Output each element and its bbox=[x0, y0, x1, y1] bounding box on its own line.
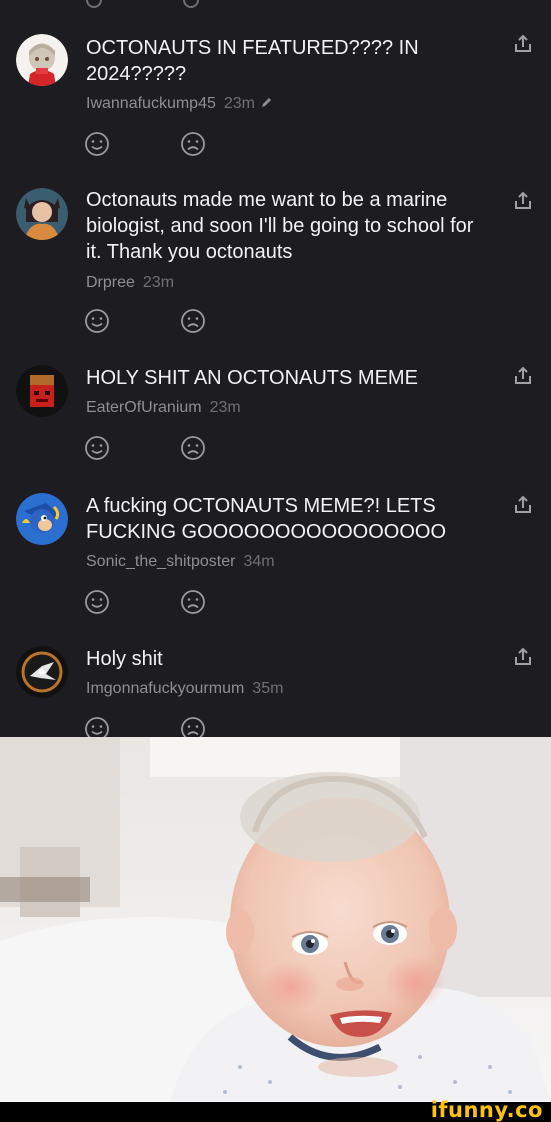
smile-face-icon[interactable] bbox=[84, 716, 110, 737]
smile-face-icon[interactable] bbox=[86, 0, 102, 8]
avatar[interactable] bbox=[16, 646, 68, 698]
comment-meta: Iwannafuckump45 23m bbox=[86, 95, 273, 113]
comment-username[interactable]: Sonic_the_shitposter bbox=[86, 553, 235, 570]
share-icon[interactable] bbox=[512, 190, 534, 212]
comment-meta: Drpree 23m bbox=[86, 274, 174, 292]
smile-face-icon[interactable] bbox=[84, 589, 110, 615]
share-icon[interactable] bbox=[512, 494, 534, 516]
comment-text: Holy shit bbox=[86, 648, 163, 670]
comment-meta: Imgonnafuckyourmum 35m bbox=[86, 680, 283, 698]
smile-face-icon[interactable] bbox=[84, 308, 110, 334]
comment-time: 34m bbox=[243, 553, 275, 570]
pencil-icon bbox=[261, 95, 273, 113]
frown-face-icon[interactable] bbox=[180, 308, 206, 334]
share-icon[interactable] bbox=[512, 365, 534, 387]
smile-face-icon[interactable] bbox=[84, 131, 110, 157]
comment-text: OCTONAUTS IN FEATURED???? IN 2024????? bbox=[86, 37, 419, 85]
frown-face-icon[interactable] bbox=[180, 435, 206, 461]
comment-username[interactable]: Drpree bbox=[86, 274, 135, 291]
frown-face-icon[interactable] bbox=[180, 131, 206, 157]
comment-time: 35m bbox=[252, 680, 284, 697]
comment-text: HOLY SHIT AN OCTONAUTS MEME bbox=[86, 367, 418, 389]
comment-username[interactable]: Iwannafuckump45 bbox=[86, 95, 216, 112]
avatar[interactable] bbox=[16, 493, 68, 545]
share-icon[interactable] bbox=[512, 646, 534, 668]
comment-meta: Sonic_the_shitposter 34m bbox=[86, 553, 275, 571]
comment-text: Octonauts made me want to be a marine bi… bbox=[86, 189, 474, 263]
frown-face-icon[interactable] bbox=[180, 716, 206, 737]
comment-time: 23m bbox=[142, 274, 175, 291]
comment-meta: EaterOfUranium 23m bbox=[86, 399, 241, 417]
watermark-bar: ifunny.co bbox=[0, 1098, 551, 1122]
comment-username[interactable]: Imgonnafuckyourmum bbox=[86, 680, 244, 697]
share-icon[interactable] bbox=[512, 33, 534, 55]
smile-face-icon[interactable] bbox=[84, 435, 110, 461]
baby-photo bbox=[0, 737, 551, 1102]
comment-time: 23m bbox=[209, 399, 241, 416]
frown-face-icon[interactable] bbox=[183, 0, 199, 8]
avatar[interactable] bbox=[16, 188, 68, 240]
comments-feed: OCTONAUTS IN FEATURED???? IN 2024????? I… bbox=[0, 0, 551, 737]
frown-face-icon[interactable] bbox=[180, 589, 206, 615]
avatar[interactable] bbox=[16, 365, 68, 417]
avatar[interactable] bbox=[16, 34, 68, 86]
comment-username[interactable]: EaterOfUranium bbox=[86, 399, 202, 416]
comment-text: A fucking OCTONAUTS MEME?! LETS FUCKING … bbox=[86, 495, 447, 543]
ifunny-watermark: ifunny.co bbox=[430, 1098, 543, 1122]
comment-time: 23m bbox=[223, 95, 255, 113]
app: OCTONAUTS IN FEATURED???? IN 2024????? I… bbox=[0, 0, 551, 1122]
